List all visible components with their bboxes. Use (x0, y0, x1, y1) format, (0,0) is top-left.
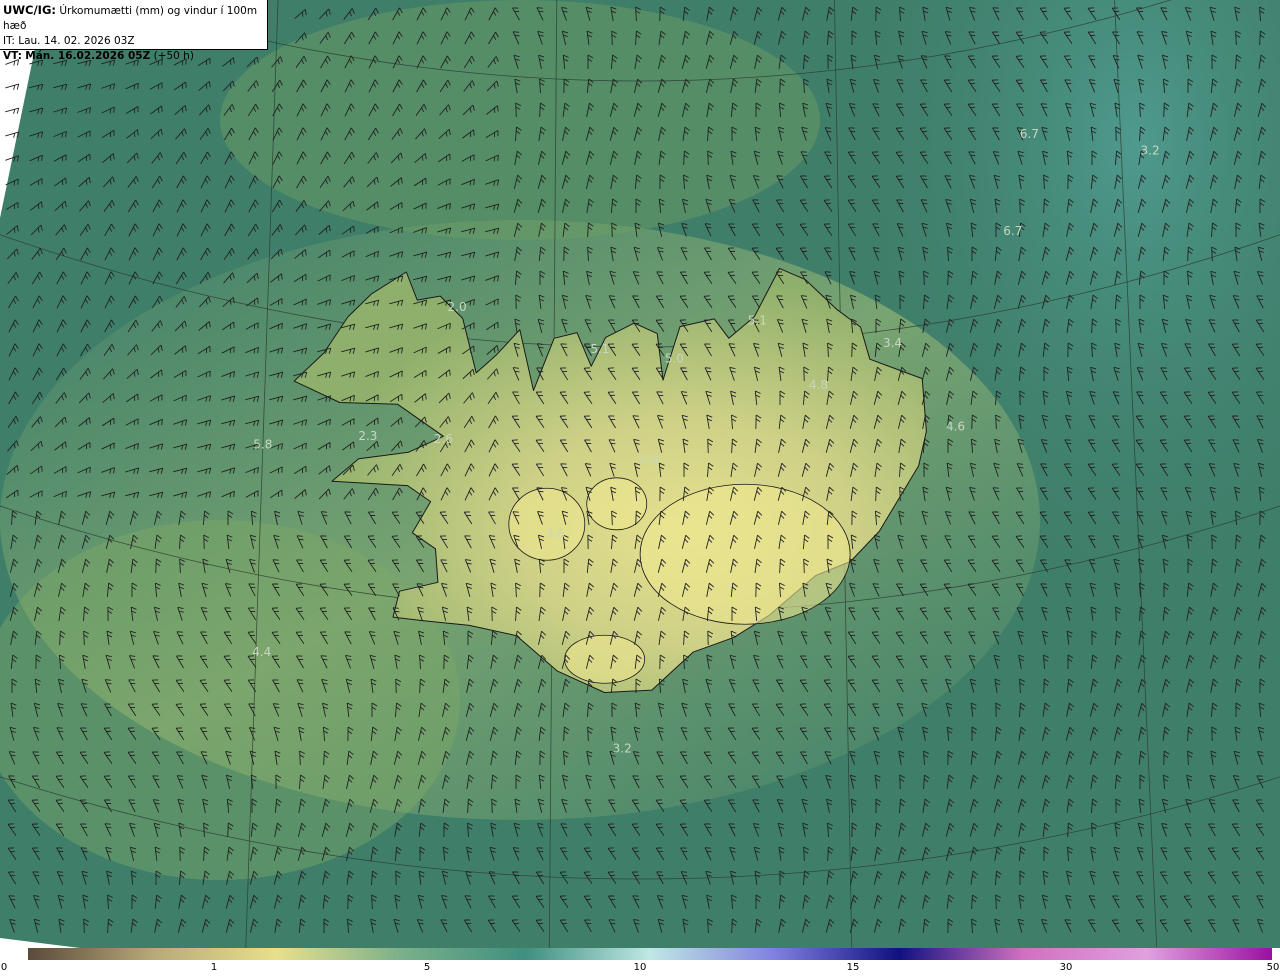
wind-barb (5, 107, 20, 114)
value-label: 3.2 (613, 742, 632, 756)
value-label: 5.1 (590, 342, 609, 356)
map-title-line: UWC/IG: Úrkomumætti (mm) og vindur í 100… (3, 3, 267, 34)
init-time: IT: Lau. 14. 02. 2026 03Z (3, 35, 135, 47)
value-label: 5.8 (253, 438, 272, 452)
glacier-langjokull (508, 487, 586, 561)
precipitable-water-map: 6.7 3.2 6.7 2.0 5.1 5.1 5.0 3.4 4.8 2.3 2.6 4.6 2.0 5… (0, 0, 1280, 948)
value-label: 6.7 (1003, 224, 1022, 238)
glacier-hofsjokull (586, 477, 648, 531)
colorbar (28, 948, 1272, 960)
colorbar-tick: 15 (846, 962, 860, 973)
valid-time-line: VT: Mán. 16.02.2026 05Z (+50 h) (3, 49, 267, 64)
product-code: UWC/IG: (3, 3, 56, 17)
glacier-vatnajokull (639, 483, 851, 625)
colorbar-tick: 0 (0, 962, 8, 973)
colorbar-tick: 30 (1059, 962, 1073, 973)
valid-time: Mán. 16.02.2026 05Z (25, 50, 151, 62)
value-label: 3.2 (1141, 143, 1160, 157)
wind-barb (5, 83, 20, 90)
colorbar-tick: 10 (633, 962, 647, 973)
moist-zone-north (220, 0, 820, 240)
map-info-box: UWC/IG: Úrkomumætti (mm) og vindur í 100… (0, 0, 268, 62)
value-label: 4.4 (252, 645, 271, 659)
value-label: 2.3 (358, 429, 377, 443)
colorbar-tick: 50 (1266, 962, 1280, 973)
value-label: 4.6 (946, 420, 965, 434)
value-label: 2.0 (448, 300, 467, 314)
colorbar-tick: 1 (210, 962, 218, 973)
value-label: 2.0 (639, 453, 658, 467)
value-label: 4.8 (809, 378, 828, 392)
forecast-lead: (+50 h) (153, 50, 194, 62)
glacier-myrdalsjokull (564, 634, 646, 684)
value-label: 5.0 (665, 352, 684, 366)
moist-zone-southwest (0, 520, 460, 880)
value-label: 5.1 (748, 314, 767, 328)
value-label: 2.6 (434, 432, 453, 446)
value-label: 6.7 (1020, 127, 1039, 141)
colorbar-tick: 5 (423, 962, 431, 973)
value-label: 3.4 (883, 336, 902, 350)
valid-prefix: VT: (3, 50, 22, 62)
value-label: 3.6 (546, 527, 565, 541)
